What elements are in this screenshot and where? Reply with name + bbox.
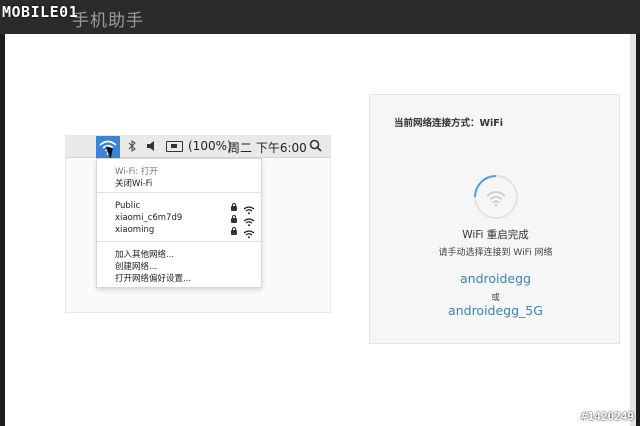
ssid-androidegg[interactable]: androidegg xyxy=(370,271,621,286)
wifi-dropdown-menu: Wi-Fi: 打开 关闭Wi-Fi Public xiaomi_c6m7d9 x… xyxy=(96,158,262,288)
app-title: 手机助手 xyxy=(72,11,144,31)
restart-status: WiFi 重启完成 xyxy=(462,229,529,241)
menu-divider xyxy=(97,241,261,242)
wifi-icon xyxy=(485,189,507,211)
lock-icon xyxy=(231,203,237,211)
battery-icon[interactable] xyxy=(166,141,183,152)
volume-icon[interactable] xyxy=(146,139,158,156)
connection-label: 当前网络连接方式： xyxy=(394,118,480,129)
bluetooth-icon[interactable] xyxy=(126,139,138,156)
menu-divider xyxy=(97,192,261,193)
menubar-datetime[interactable]: 周二 下午6:00 xyxy=(228,139,307,156)
lock-icon xyxy=(231,215,237,223)
connection-type: 当前网络连接方式：WiFi xyxy=(394,115,503,129)
vertical-scrollbar[interactable] xyxy=(630,34,636,426)
watermark: MOBILE01 xyxy=(2,3,79,21)
top-bar: 手机助手 MOBILE01 xyxy=(0,0,640,34)
wifi-status-card: 当前网络连接方式：WiFi WiFi 重启完成 请手动选择连接到 WiFi 网络… xyxy=(369,94,620,344)
network-item-xiaomi[interactable]: xiaomi_c6m7d9 xyxy=(115,213,182,223)
mac-menu-illustration: (100%) 周二 下午6:00 Wi-Fi: 打开 关闭Wi-Fi Publi… xyxy=(65,135,331,313)
connection-value: WiFi xyxy=(479,118,503,129)
lock-icon xyxy=(231,227,237,235)
join-other-network-item[interactable]: 加入其他网络... xyxy=(115,248,174,260)
image-id-label: #1420249 xyxy=(581,410,634,423)
mac-menubar: (100%) 周二 下午6:00 xyxy=(66,136,330,160)
network-preferences-item[interactable]: 打开网络偏好设置... xyxy=(115,272,191,284)
main-page: (100%) 周二 下午6:00 Wi-Fi: 打开 关闭Wi-Fi Publi… xyxy=(5,34,636,426)
network-item-xiaoming[interactable]: xiaoming xyxy=(115,225,154,235)
wifi-status: Wi-Fi: 打开 xyxy=(115,167,158,177)
battery-percent: (100%) xyxy=(188,139,232,153)
create-network-item[interactable]: 创建网络... xyxy=(115,260,157,272)
wifi-toggle-item[interactable]: 关闭Wi-Fi xyxy=(115,177,152,189)
search-icon[interactable] xyxy=(309,139,322,156)
or-text: 或 xyxy=(491,293,500,303)
ssid-androidegg-5g[interactable]: androidegg_5G xyxy=(370,303,621,318)
connect-hint: 请手动选择连接到 WiFi 网络 xyxy=(438,248,553,258)
network-item-public[interactable]: Public xyxy=(115,201,140,211)
